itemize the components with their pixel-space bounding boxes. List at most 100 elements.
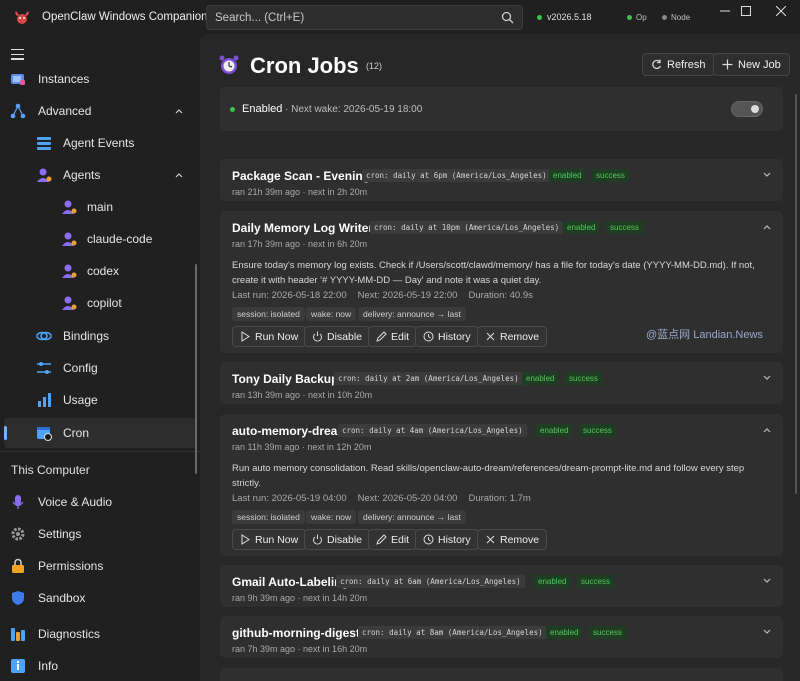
sidebar-item-cron[interactable]: Cron	[0, 418, 200, 448]
sidebar-item-instances[interactable]: Instances	[0, 64, 200, 94]
last-run: Last run: 2026-05-19 04:00	[232, 493, 347, 504]
sidebar-item-agent-events[interactable]: Agent Events	[0, 128, 200, 158]
status-dot	[537, 14, 542, 20]
chevron-up-icon[interactable]	[763, 427, 771, 433]
remove-button[interactable]: Remove	[477, 529, 548, 550]
wake-chip: wake: now	[306, 510, 357, 524]
sidebar-divider	[0, 451, 200, 452]
cron-badge: cron: daily at 8am (America/Los_Angeles)	[358, 626, 547, 639]
play-icon	[241, 534, 250, 545]
sidebar-item-label: Info	[38, 659, 59, 673]
disable-button[interactable]: Disable	[304, 326, 371, 347]
job-card[interactable]: Package Scan - Evening cron: daily at 6p…	[220, 159, 783, 201]
main-scrollbar[interactable]	[795, 94, 797, 494]
job-schedule-info: ran 17h 39m ago · next in 6h 20m	[232, 239, 368, 249]
chevron-down-icon[interactable]	[763, 578, 771, 584]
sidebar-item-copilot[interactable]: copilot	[0, 288, 200, 318]
chevron-up-icon[interactable]	[175, 172, 183, 178]
remove-button[interactable]: Remove	[477, 326, 548, 347]
new-job-button[interactable]: New Job	[713, 53, 790, 76]
history-button[interactable]: History	[415, 326, 479, 347]
main-content: Cron Jobs (12) Refresh New Job Enabled ·…	[200, 34, 800, 681]
close-button[interactable]	[762, 0, 800, 22]
agent-icon	[62, 232, 77, 246]
chevron-down-icon[interactable]	[763, 375, 771, 381]
sidebar-item-diagnostics[interactable]: Diagnostics	[0, 619, 200, 649]
run-now-button[interactable]: Run Now	[232, 529, 307, 550]
sidebar-item-label: Agents	[63, 168, 101, 182]
sidebar-item-label: copilot	[87, 296, 122, 310]
sidebar-item-agents[interactable]: Agents	[0, 160, 200, 190]
sidebar-item-label: Settings	[38, 527, 82, 541]
refresh-button[interactable]: Refresh	[642, 53, 715, 76]
edit-button[interactable]: Edit	[368, 326, 418, 347]
chevron-up-icon[interactable]	[175, 108, 183, 114]
node-status-label: Node	[671, 13, 691, 22]
search-icon[interactable]	[501, 11, 514, 24]
sidebar-item-label: codex	[87, 264, 120, 278]
config-icon	[37, 362, 51, 374]
history-label: History	[438, 533, 471, 546]
sidebar-item-codex[interactable]: codex	[0, 256, 200, 286]
job-card[interactable]: Tony Daily Backup cron: daily at 2am (Am…	[220, 362, 783, 404]
history-label: History	[438, 330, 471, 343]
sidebar-item-main[interactable]: main	[0, 192, 200, 222]
sidebar-item-info[interactable]: Info	[0, 651, 200, 681]
history-icon	[423, 534, 434, 545]
maximize-button[interactable]	[726, 0, 766, 22]
history-button[interactable]: History	[415, 529, 479, 550]
section-title: This Computer	[11, 463, 90, 477]
session-chip: session: isolated	[232, 510, 305, 524]
search-box[interactable]: Search... (Ctrl+E)	[206, 5, 523, 30]
sidebar-item-label: Voice & Audio	[38, 495, 113, 509]
openclaw-logo-icon	[15, 11, 29, 24]
cron-badge: cron: daily at 6am (America/Los_Angeles)	[336, 575, 525, 588]
refresh-label: Refresh	[667, 58, 706, 71]
search-input[interactable]: Search... (Ctrl+E)	[215, 12, 304, 24]
sidebar-item-advanced[interactable]: Advanced	[0, 96, 200, 126]
chevron-down-icon[interactable]	[763, 172, 771, 178]
agent-icon	[62, 200, 77, 214]
duration: Duration: 1.7m	[468, 493, 531, 504]
node-status: Node	[662, 13, 690, 22]
job-card[interactable]: Gmail Auto-Labeling cron: daily at 6am (…	[220, 565, 783, 607]
diagnostics-icon	[11, 628, 25, 641]
sidebar-item-settings[interactable]: Settings	[0, 519, 200, 549]
job-count: (12)	[366, 61, 383, 71]
delivery-chip: delivery: announce → last	[358, 307, 466, 321]
hamburger-menu-icon[interactable]	[11, 49, 24, 60]
success-badge: success	[606, 221, 643, 234]
scheduler-toggle[interactable]	[731, 101, 763, 117]
sidebar-item-config[interactable]: Config	[0, 353, 200, 383]
run-now-button[interactable]: Run Now	[232, 326, 307, 347]
sidebar-item-permissions[interactable]: Permissions	[0, 551, 200, 581]
sidebar-scrollbar[interactable]	[195, 264, 197, 474]
disable-label: Disable	[327, 330, 363, 343]
job-card[interactable]: github-morning-digest cron: daily at 8am…	[220, 616, 783, 658]
next-run: Next: 2026-05-20 04:00	[357, 493, 458, 504]
job-name: Tony Daily Backup	[232, 372, 339, 386]
cron-icon	[37, 427, 52, 441]
bindings-icon	[36, 331, 52, 341]
chevron-down-icon[interactable]	[763, 629, 771, 635]
sidebar-item-voice-audio[interactable]: Voice & Audio	[0, 487, 200, 517]
cron-badge: cron: daily at 4am (America/Los_Angeles)	[338, 424, 527, 437]
sidebar-item-claude-code[interactable]: claude-code	[0, 224, 200, 254]
chevron-up-icon[interactable]	[763, 224, 771, 230]
disable-button[interactable]: Disable	[304, 529, 371, 550]
enabled-label: Enabled	[242, 103, 283, 115]
app-title: OpenClaw Windows Companion	[42, 11, 208, 23]
shield-icon	[12, 591, 24, 605]
sidebar-item-label: Cron	[63, 426, 90, 440]
edit-button[interactable]: Edit	[368, 529, 418, 550]
sidebar-item-bindings[interactable]: Bindings	[0, 321, 200, 351]
job-card-expanded[interactable]: auto-memory-dream cron: daily at 4am (Am…	[220, 414, 783, 556]
sidebar-item-usage[interactable]: Usage	[0, 385, 200, 415]
info-icon	[11, 659, 25, 673]
success-badge: success	[577, 575, 614, 588]
job-card[interactable]	[220, 668, 783, 681]
refresh-icon	[652, 59, 662, 70]
watermark: @蓝点网 Landian.News	[646, 329, 763, 341]
success-badge: success	[589, 626, 626, 639]
sidebar-item-sandbox[interactable]: Sandbox	[0, 583, 200, 613]
